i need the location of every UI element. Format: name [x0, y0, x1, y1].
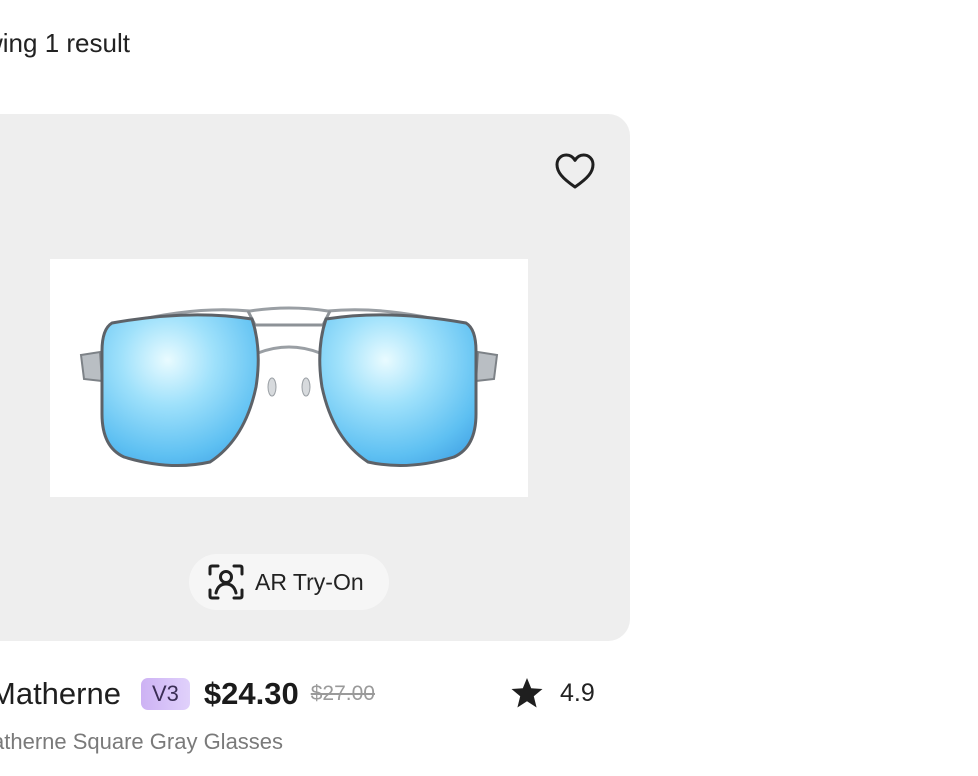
- face-scan-icon: [208, 564, 244, 600]
- search-results-page: wing 1 result: [0, 0, 978, 776]
- results-count: wing 1 result: [0, 28, 130, 58]
- heart-outline-icon[interactable]: [554, 151, 596, 191]
- product-image[interactable]: [50, 259, 528, 497]
- original-price: $27.00: [310, 682, 375, 705]
- product-info-row: Matherne V3 $24.30 $27.00: [0, 672, 375, 716]
- product-subtitle: atherne Square Gray Glasses: [0, 729, 284, 754]
- rating-value: 4.9: [560, 678, 595, 707]
- ar-try-on-button[interactable]: AR Try-On: [189, 554, 389, 610]
- product-name[interactable]: Matherne: [0, 676, 121, 712]
- sunglasses-image: [79, 306, 499, 468]
- ar-try-on-label: AR Try-On: [255, 568, 364, 595]
- product-price: $24.30: [203, 676, 299, 711]
- version-badge: V3: [140, 678, 190, 710]
- product-rating: 4.9: [510, 674, 595, 712]
- star-icon: [511, 678, 543, 708]
